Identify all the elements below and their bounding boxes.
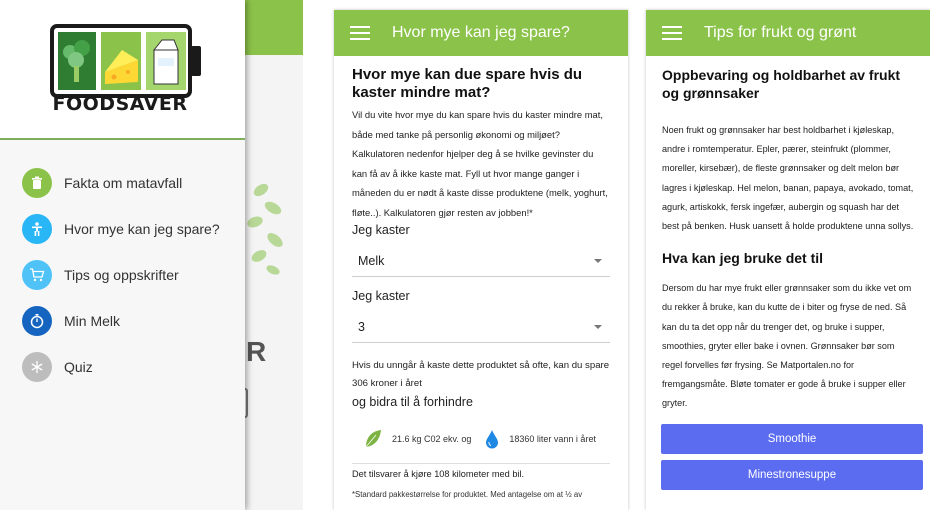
- app-bar: Tips for frukt og grønt: [646, 10, 930, 56]
- milk-carton-icon: [146, 32, 186, 90]
- snowflake-icon: [22, 352, 52, 382]
- car-equivalent-text: Det tilsvarer å kjøre 108 kilometer med …: [352, 469, 525, 479]
- background-app-bar: [245, 0, 303, 55]
- nav-item-label: Quiz: [64, 359, 93, 375]
- timer-icon: [22, 306, 52, 336]
- background-leaf-illustration: [247, 183, 283, 275]
- product-select[interactable]: Melk: [352, 245, 610, 277]
- navigation-screen: R FOODSAVER Fakta om matavfall Hvor mye …: [0, 0, 303, 510]
- nav-item-label: Tips og oppskrifter: [64, 267, 179, 283]
- leaf-icon: [365, 430, 381, 448]
- drawer-header: FOODSAVER: [0, 0, 245, 140]
- nav-item-label: Min Melk: [64, 313, 121, 329]
- navigation-drawer: FOODSAVER Fakta om matavfall Hvor mye ka…: [0, 0, 245, 510]
- calculator-content: Hvor mye kan due spare hvis du kaster mi…: [334, 56, 628, 510]
- minestronesuppe-button[interactable]: Minestronesuppe: [661, 459, 923, 490]
- smoothie-button[interactable]: Smoothie: [661, 423, 923, 454]
- frequency-label: Jeg kaster: [352, 289, 410, 303]
- frequency-select[interactable]: 3: [352, 311, 610, 343]
- background-letter: R: [246, 336, 267, 367]
- impact-row: 21.6 kg C02 ekv. og 18360 liter vann i å…: [352, 421, 610, 457]
- nav-item-quiz[interactable]: Quiz: [0, 344, 245, 390]
- app-bar-title: Hvor mye kan jeg spare?: [392, 24, 570, 41]
- tips-content: Oppbevaring og holdbarhet av frukt og gr…: [646, 56, 930, 490]
- water-drop-icon: [486, 430, 499, 449]
- frequency-select-value: 3: [358, 319, 365, 334]
- divider: [352, 463, 610, 464]
- tips-screen: Tips for frukt og grønt Oppbevaring og h…: [646, 10, 930, 510]
- drawer-nav-list: Fakta om matavfall Hvor mye kan jeg spar…: [0, 160, 245, 390]
- co2-text: 21.6 kg C02 ekv. og: [392, 434, 472, 444]
- hamburger-menu-icon[interactable]: [350, 26, 370, 40]
- logo-wordmark: FOODSAVER: [52, 93, 188, 115]
- water-text: 18360 liter vann i året: [509, 434, 596, 444]
- co2-impact: 21.6 kg C02 ekv. og: [364, 429, 471, 449]
- broccoli-icon: [58, 32, 96, 90]
- dropdown-caret-icon: [594, 258, 602, 263]
- trash-icon: [22, 168, 52, 198]
- cheese-icon: [101, 32, 141, 90]
- usage-text: Dersom du har mye frukt eller grønnsaker…: [662, 283, 912, 409]
- page-heading: Hvor mye kan due spare hvis du kaster mi…: [352, 66, 583, 101]
- nav-item-min-melk[interactable]: Min Melk: [0, 298, 245, 344]
- nav-item-tips[interactable]: Tips og oppskrifter: [0, 252, 245, 298]
- calculator-screen: Hvor mye kan jeg spare? Hvor mye kan due…: [334, 10, 628, 510]
- nav-item-label: Hvor mye kan jeg spare?: [64, 221, 220, 237]
- footnote: *Standard pakkestørrelse for produktet. …: [352, 490, 583, 499]
- water-impact: 18360 liter vann i året: [485, 429, 609, 449]
- hamburger-menu-icon[interactable]: [662, 26, 682, 40]
- storage-heading: Oppbevaring og holdbarhet av frukt og gr…: [662, 67, 901, 101]
- dropdown-caret-icon: [594, 324, 602, 329]
- storage-text: Noen frukt og grønnsaker har best holdba…: [662, 125, 914, 232]
- usage-heading: Hva kan jeg bruke det til: [662, 250, 824, 267]
- nav-item-label: Fakta om matavfall: [64, 175, 183, 191]
- product-label: Jeg kaster: [352, 223, 410, 237]
- nav-item-fakta[interactable]: Fakta om matavfall: [0, 160, 245, 206]
- product-select-value: Melk: [358, 253, 385, 268]
- app-bar: Hvor mye kan jeg spare?: [334, 10, 628, 56]
- intro-text: Vil du vite hvor mye du kan spare hvis d…: [352, 109, 608, 218]
- cart-icon: [22, 260, 52, 290]
- person-icon: [22, 214, 52, 244]
- app-bar-title: Tips for frukt og grønt: [704, 24, 857, 41]
- savings-result: Hvis du unngår å kaste dette produktet s…: [352, 360, 610, 389]
- nav-item-spare[interactable]: Hvor mye kan jeg spare?: [0, 206, 245, 252]
- contribute-text: og bidra til å forhindre: [352, 395, 473, 409]
